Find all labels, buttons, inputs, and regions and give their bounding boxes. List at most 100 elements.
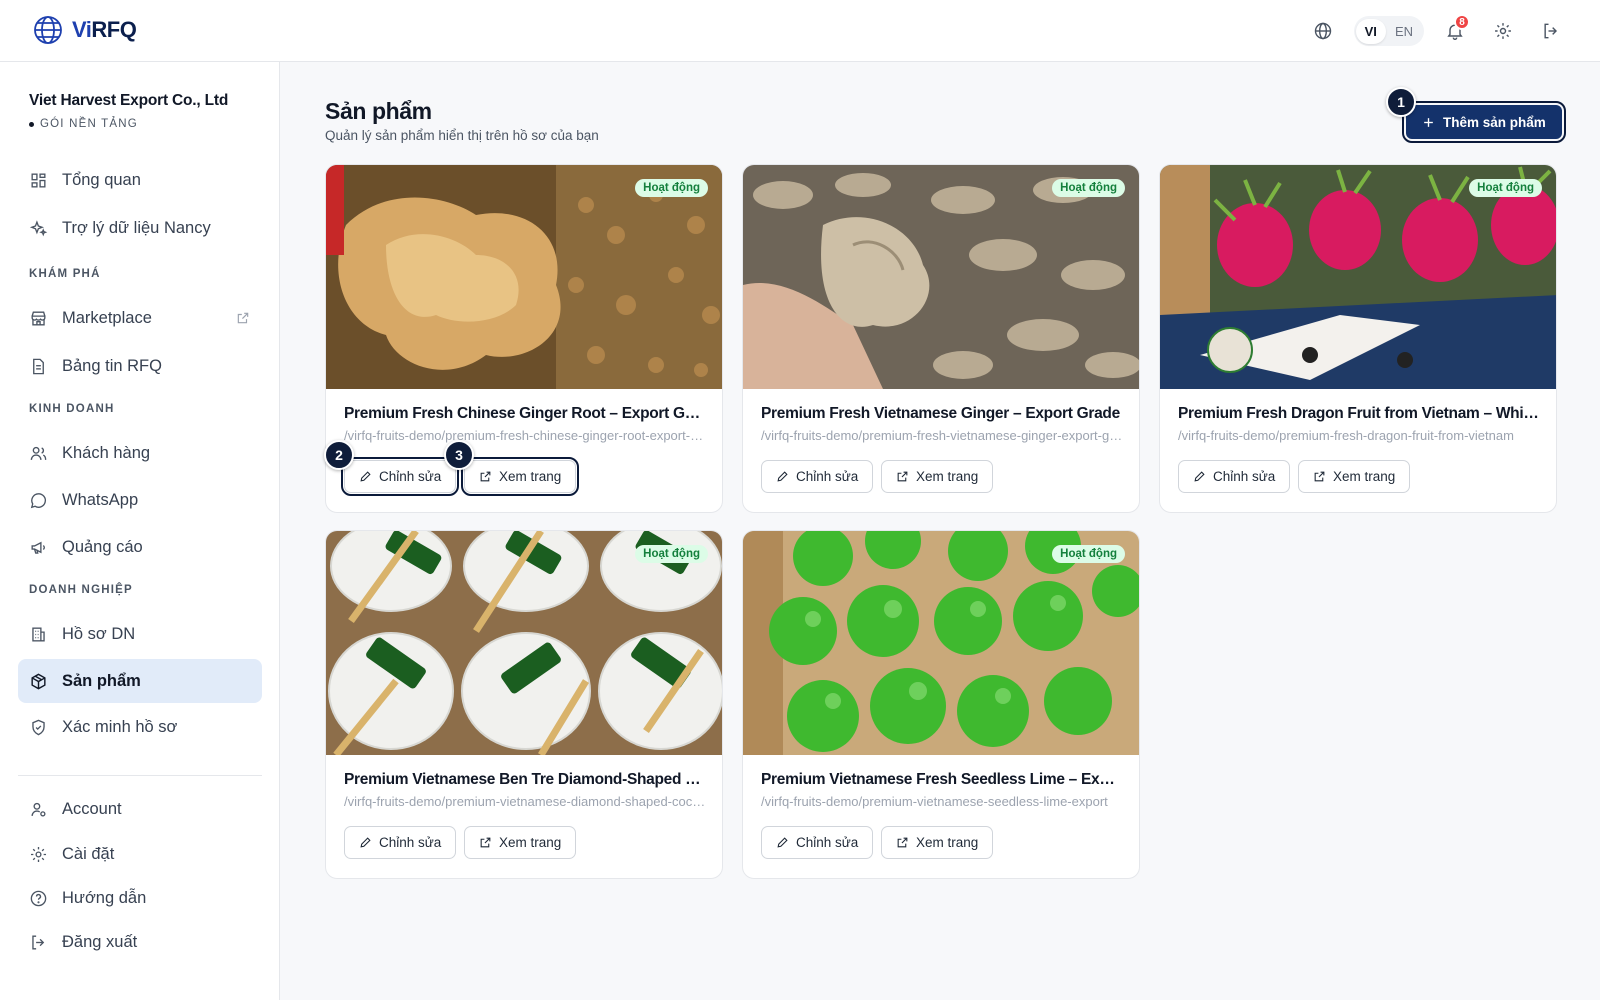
product-slug: /virfq-fruits-demo/premium-fresh-chinese… bbox=[344, 428, 706, 443]
page-subtitle: Quản lý sản phẩm hiển thị trên hồ sơ của… bbox=[325, 128, 599, 143]
status-badge: Hoạt động bbox=[635, 179, 708, 197]
logout-icon bbox=[32, 934, 45, 950]
view-page-button[interactable]: Xem trang bbox=[881, 460, 994, 493]
edit-product-button[interactable]: Chỉnh sửa bbox=[1178, 460, 1291, 493]
edit-product-button[interactable]: Chỉnh sửa bbox=[340, 457, 460, 496]
sidebar-item-company-profile[interactable]: Hồ sơ DN bbox=[18, 612, 262, 656]
gear-icon bbox=[30, 846, 47, 862]
external-link-icon bbox=[237, 312, 249, 324]
sidebar-item-rfq-board[interactable]: Bảng tin RFQ bbox=[18, 344, 262, 388]
logo-text: ViRFQ bbox=[72, 17, 137, 42]
globe-logo-icon bbox=[34, 16, 62, 44]
sidebar-divider bbox=[18, 775, 262, 776]
sidebar-item-guide[interactable]: Hướng dẫn bbox=[18, 876, 262, 920]
globe-icon[interactable] bbox=[1306, 14, 1340, 48]
users-icon bbox=[30, 446, 47, 460]
product-title: Premium Fresh Chinese Ginger Root – Expo… bbox=[344, 405, 706, 422]
sidebar: Viet Harvest Export Co., Ltd GÓI NỀN TẢN… bbox=[0, 62, 280, 1000]
product-image-lime[interactable] bbox=[743, 531, 1140, 755]
section-title-enterprise: DOANH NGHIỆP bbox=[29, 584, 133, 596]
megaphone-icon bbox=[31, 541, 45, 554]
product-title: Premium Fresh Dragon Fruit from Vietnam … bbox=[1178, 405, 1540, 422]
step-marker-2: 2 bbox=[324, 440, 354, 470]
sidebar-item-nancy[interactable]: Trợ lý dữ liệu Nancy bbox=[18, 206, 262, 250]
document-icon bbox=[33, 358, 44, 374]
lang-vi-button[interactable]: VI bbox=[1355, 18, 1386, 44]
notification-badge: 8 bbox=[1454, 14, 1470, 30]
sidebar-item-settings[interactable]: Cài đặt bbox=[18, 832, 262, 876]
product-image-vietnamese-ginger[interactable] bbox=[743, 165, 1140, 389]
product-card: Hoạt động Premium Fresh Chinese Ginger R… bbox=[325, 164, 723, 513]
company-info: Viet Harvest Export Co., Ltd GÓI NỀN TẢN… bbox=[29, 92, 228, 130]
gear-icon[interactable] bbox=[1486, 14, 1520, 48]
view-page-button[interactable]: Xem trang bbox=[460, 457, 580, 496]
sidebar-item-verification[interactable]: Xác minh hồ sơ bbox=[18, 705, 262, 749]
sidebar-item-marketplace[interactable]: Marketplace bbox=[18, 296, 262, 340]
pencil-icon bbox=[1194, 471, 1205, 482]
view-page-button[interactable]: Xem trang bbox=[881, 826, 994, 859]
add-product-button[interactable]: Thêm sản phẩm bbox=[1402, 101, 1566, 143]
product-card: Hoạt động Premium Vietnamese Ben Tre Dia… bbox=[325, 530, 723, 879]
store-icon bbox=[31, 310, 46, 326]
product-card: Hoạt động Premium Fresh Dragon Fruit fro… bbox=[1159, 164, 1557, 513]
pencil-icon bbox=[777, 837, 788, 848]
external-link-icon bbox=[480, 471, 491, 482]
help-icon bbox=[30, 890, 47, 906]
top-bar: ViRFQ VI EN 8 bbox=[0, 0, 1600, 62]
shield-check-icon bbox=[32, 719, 45, 735]
external-link-icon bbox=[897, 837, 908, 848]
sidebar-item-logout[interactable]: Đăng xuất bbox=[18, 920, 262, 964]
package-icon bbox=[31, 673, 46, 689]
logo[interactable]: ViRFQ bbox=[32, 14, 137, 46]
dashboard-icon bbox=[31, 172, 46, 188]
product-title: Premium Vietnamese Fresh Seedless Lime –… bbox=[761, 771, 1123, 788]
sidebar-item-whatsapp[interactable]: WhatsApp bbox=[18, 478, 262, 522]
pencil-icon bbox=[360, 837, 371, 848]
lang-en-button[interactable]: EN bbox=[1386, 19, 1422, 44]
status-badge: Hoạt động bbox=[635, 545, 708, 563]
bell-icon[interactable]: 8 bbox=[1438, 14, 1472, 48]
page-title: Sản phẩm bbox=[325, 98, 432, 124]
edit-product-button[interactable]: Chỉnh sửa bbox=[344, 826, 457, 859]
company-name: Viet Harvest Export Co., Ltd bbox=[29, 92, 229, 109]
sidebar-item-products[interactable]: Sản phẩm bbox=[18, 659, 262, 703]
logout-icon[interactable] bbox=[1534, 14, 1568, 48]
external-link-icon bbox=[1314, 471, 1325, 482]
section-title-business: KINH DOANH bbox=[29, 403, 115, 415]
product-title: Premium Vietnamese Ben Tre Diamond-Shape… bbox=[344, 771, 706, 788]
sidebar-item-customers[interactable]: Khách hàng bbox=[18, 431, 262, 475]
section-title-explore: KHÁM PHÁ bbox=[29, 268, 101, 280]
product-image-dragon-fruit[interactable] bbox=[1160, 165, 1557, 389]
view-page-button[interactable]: Xem trang bbox=[1298, 460, 1411, 493]
edit-product-button[interactable]: Chỉnh sửa bbox=[761, 460, 874, 493]
product-image-ginger-root[interactable] bbox=[326, 165, 723, 389]
product-image-coconut[interactable] bbox=[326, 531, 723, 755]
status-badge: Hoạt động bbox=[1052, 179, 1125, 197]
user-gear-icon bbox=[31, 802, 46, 817]
step-marker-3: 3 bbox=[444, 440, 474, 470]
sparkles-icon bbox=[29, 219, 48, 236]
sidebar-item-overview[interactable]: Tổng quan bbox=[18, 158, 262, 202]
sidebar-item-account[interactable]: Account bbox=[18, 787, 262, 831]
language-switcher: VI EN bbox=[1353, 16, 1424, 46]
plan-badge: GÓI NỀN TẢNG bbox=[29, 118, 228, 130]
plus-icon bbox=[1424, 117, 1433, 127]
building-icon bbox=[32, 626, 45, 642]
product-slug: /virfq-fruits-demo/premium-vietnamese-di… bbox=[344, 794, 706, 809]
pencil-icon bbox=[777, 471, 788, 482]
view-page-button[interactable]: Xem trang bbox=[464, 826, 577, 859]
step-marker-1: 1 bbox=[1386, 87, 1416, 117]
external-link-icon bbox=[897, 471, 908, 482]
product-card: Hoạt động Premium Vietnamese Fresh Seedl… bbox=[742, 530, 1140, 879]
status-badge: Hoạt động bbox=[1052, 545, 1125, 563]
pencil-icon bbox=[360, 471, 371, 482]
sidebar-item-ads[interactable]: Quảng cáo bbox=[18, 525, 262, 569]
product-title: Premium Fresh Vietnamese Ginger – Export… bbox=[761, 405, 1120, 422]
product-slug: /virfq-fruits-demo/premium-vietnamese-se… bbox=[761, 794, 1108, 809]
status-badge: Hoạt động bbox=[1469, 179, 1542, 197]
external-link-icon bbox=[480, 837, 491, 848]
product-slug: /virfq-fruits-demo/premium-fresh-vietnam… bbox=[761, 428, 1123, 443]
product-slug: /virfq-fruits-demo/premium-fresh-dragon-… bbox=[1178, 428, 1514, 443]
edit-product-button[interactable]: Chỉnh sửa bbox=[761, 826, 874, 859]
chat-icon bbox=[30, 492, 47, 508]
